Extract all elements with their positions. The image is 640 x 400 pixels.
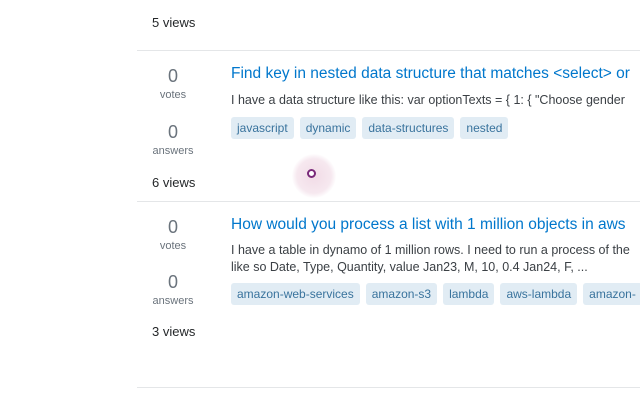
tag-list: javascript dynamic data-structures neste…: [231, 117, 509, 139]
question-excerpt: I have a data structure like this: var o…: [231, 93, 625, 107]
question-list-page: 5 views 0 votes 0 answers 6 views Find k…: [0, 0, 640, 400]
question-title-link[interactable]: Find key in nested data structure that m…: [231, 64, 630, 84]
answers-label: answers: [152, 295, 194, 307]
answers-count: 0: [167, 272, 178, 292]
question-list: 5 views 0 votes 0 answers 6 views Find k…: [137, 0, 640, 388]
question-title-link[interactable]: How would you process a list with 1 mill…: [231, 215, 626, 235]
tag-aws-lambda[interactable]: aws-lambda: [500, 283, 578, 305]
tag-dynamic[interactable]: dynamic: [299, 117, 357, 139]
question-summary: 0 votes 0 answers 6 views Find key in ne…: [137, 51, 640, 202]
question-summary: 5 views: [137, 0, 640, 51]
tag-amazon-s3[interactable]: amazon-s3: [365, 283, 438, 305]
votes-stat: 0 votes: [137, 217, 209, 253]
views-count: 6 views: [152, 175, 196, 190]
answers-stat: 0 answers: [137, 122, 209, 158]
answers-count: 0: [167, 122, 178, 142]
tag-lambda[interactable]: lambda: [443, 283, 495, 305]
votes-count: 0: [167, 66, 178, 86]
tag-data-structures[interactable]: data-structures: [362, 117, 455, 139]
views-count: 5 views: [152, 15, 196, 30]
tag-javascript[interactable]: javascript: [231, 117, 294, 139]
question-excerpt-line-1: I have a table in dynamo of 1 million ro…: [231, 243, 630, 257]
tag-amazon-web-services[interactable]: amazon-web-services: [231, 283, 360, 305]
question-excerpt-line-2: like so Date, Type, Quantity, value Jan2…: [231, 260, 588, 274]
question-summary: 0 votes 0 answers 3 views How would you …: [137, 202, 640, 388]
cursor-pointer-icon: [307, 169, 316, 178]
answers-stat: 0 answers: [137, 272, 209, 308]
views-count: 3 views: [152, 324, 196, 339]
answers-label: answers: [152, 145, 194, 157]
votes-stat: 0 votes: [137, 66, 209, 102]
votes-label: votes: [159, 89, 187, 101]
tag-amazon-truncated[interactable]: amazon-: [583, 283, 640, 305]
votes-label: votes: [159, 240, 187, 252]
votes-count: 0: [167, 217, 178, 237]
tag-list: amazon-web-services amazon-s3 lambda aws…: [231, 283, 640, 305]
tag-nested[interactable]: nested: [460, 117, 509, 139]
